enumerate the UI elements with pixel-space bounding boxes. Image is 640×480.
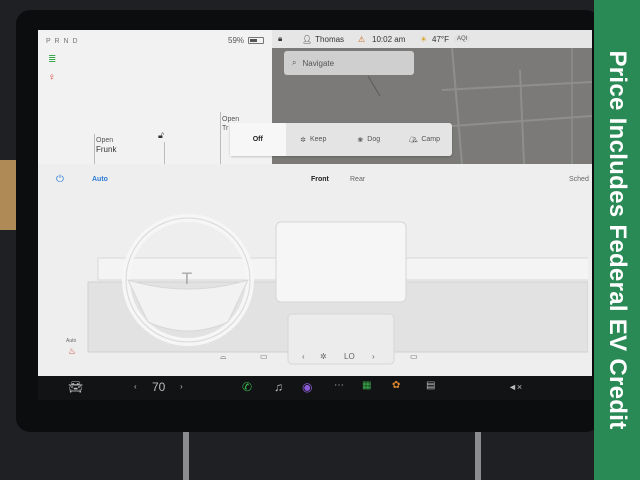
- calendar-icon[interactable]: ▦: [362, 380, 371, 391]
- battery-icon: [248, 37, 265, 44]
- sun-icon: ☀︎: [420, 34, 428, 44]
- more-apps-icon[interactable]: ⋯: [334, 380, 344, 391]
- sentry-icon: ⚠︎: [358, 34, 366, 44]
- fan-decrease-button[interactable]: ‹: [302, 352, 305, 361]
- defrost-front-icon[interactable]: ⌓: [220, 352, 226, 362]
- lock-icon[interactable]: 🔓︎: [158, 130, 164, 141]
- defrost-rear-icon[interactable]: ▭: [260, 352, 268, 361]
- frunk-label-1: Open: [96, 137, 114, 144]
- phone-icon[interactable]: ✆: [242, 380, 252, 394]
- navigate-search[interactable]: ⌕ Navigate: [284, 51, 414, 75]
- dashboard-illustration: T: [87, 214, 588, 365]
- navigate-placeholder: Navigate: [302, 58, 335, 68]
- paw-icon: ❀: [357, 136, 364, 144]
- temp-increase-button[interactable]: ›: [180, 382, 183, 391]
- driver-profile[interactable]: 👤︎ Thomas: [302, 35, 344, 44]
- toybox-icon[interactable]: ✿: [392, 380, 400, 391]
- divider: [94, 134, 95, 164]
- fan-speed: LO: [344, 352, 355, 361]
- clock: 10:02 am: [372, 34, 406, 44]
- seat-heater-label: Auto: [66, 338, 77, 344]
- fan-controls: ♨ Auto ⌓ ▭ ‹ ✲ LO › ▭: [38, 338, 592, 370]
- camera-icon[interactable]: ◉: [302, 380, 312, 394]
- battery-fill: [250, 39, 258, 42]
- mode-camp-button[interactable]: ⛺︎ Camp: [397, 123, 453, 156]
- headlight-icon: ≣: [48, 54, 57, 65]
- fan-icon: ✲: [320, 352, 327, 361]
- auto-button[interactable]: Auto: [92, 176, 108, 183]
- volume-mute-icon[interactable]: ◄×: [508, 382, 522, 392]
- mode-dog-button[interactable]: ❀ Dog: [341, 123, 397, 156]
- aqi-badge: AQI: [454, 36, 471, 42]
- seatbelt-icon: ♀: [48, 72, 56, 83]
- car-icon[interactable]: 🚘︎: [68, 380, 83, 394]
- airflow-icon[interactable]: ▭: [410, 352, 418, 361]
- fan-icon: ✲: [300, 136, 306, 144]
- touchscreen: P R N D 59% ≣ ♀ Open Frunk 🔓︎ Open Tr 🔒︎…: [38, 30, 592, 376]
- frunk-label-2: Frunk: [96, 145, 117, 154]
- open-frunk-button[interactable]: Open Frunk: [96, 136, 116, 155]
- lock-status-icon: 🔒︎: [278, 34, 283, 43]
- person-icon: 👤︎: [302, 34, 313, 44]
- mode-label: Keep: [310, 136, 327, 143]
- schedule-button[interactable]: Sched: [569, 176, 589, 183]
- screen-stand-right: [475, 432, 481, 480]
- wall-trim: [0, 160, 16, 230]
- battery-percent: 59%: [228, 36, 245, 45]
- tab-rear[interactable]: Rear: [350, 176, 365, 183]
- divider: [164, 142, 165, 164]
- mode-off-button[interactable]: Off: [230, 123, 286, 156]
- top-status-bar: 🔒︎ 👤︎ Thomas ⚠︎ 10:02 am ☀︎ 47°F AQI: [272, 30, 592, 48]
- divider: [220, 112, 221, 164]
- mode-label: Off: [252, 136, 263, 143]
- music-icon[interactable]: ♫: [274, 380, 283, 394]
- svg-text:T: T: [181, 269, 192, 288]
- driver-name: Thomas: [315, 34, 345, 44]
- outside-temperature: 47°F: [432, 34, 449, 44]
- mode-label: Camp: [421, 136, 441, 143]
- search-icon: ⌕: [292, 58, 297, 67]
- tab-front[interactable]: Front: [311, 176, 329, 183]
- tent-icon: ⛺︎: [408, 136, 418, 144]
- mode-keep-button[interactable]: ✲ Keep: [286, 123, 342, 156]
- screen-stand-left: [183, 432, 189, 480]
- banner-text: Price Includes Federal EV Credit: [604, 50, 631, 430]
- climate-keeper-selector: Off ✲ Keep ❀ Dog ⛺︎ Camp: [230, 123, 452, 156]
- cabin-temperature: 70: [152, 380, 166, 394]
- temp-decrease-button[interactable]: ‹: [134, 382, 137, 391]
- gear-indicator: P R N D: [46, 38, 79, 45]
- price-banner: Price Includes Federal EV Credit: [594, 0, 640, 480]
- power-icon[interactable]: ⏻: [56, 174, 66, 185]
- seat-heater-icon[interactable]: ♨: [68, 346, 76, 357]
- battery-indicator: 59%: [228, 36, 265, 45]
- taskbar: 🚘︎ ‹ 70 › ✆ ♫ ◉ ⋯ ▦ ✿ ▤ ◄×: [38, 376, 592, 400]
- fan-increase-button[interactable]: ›: [372, 352, 375, 361]
- manual-icon[interactable]: ▤: [426, 380, 435, 391]
- mode-label: Dog: [367, 136, 381, 143]
- climate-panel: ⏻ Auto Front Rear Sched T ♨ Auto ⌓ ▭ ‹ ✲…: [38, 164, 592, 376]
